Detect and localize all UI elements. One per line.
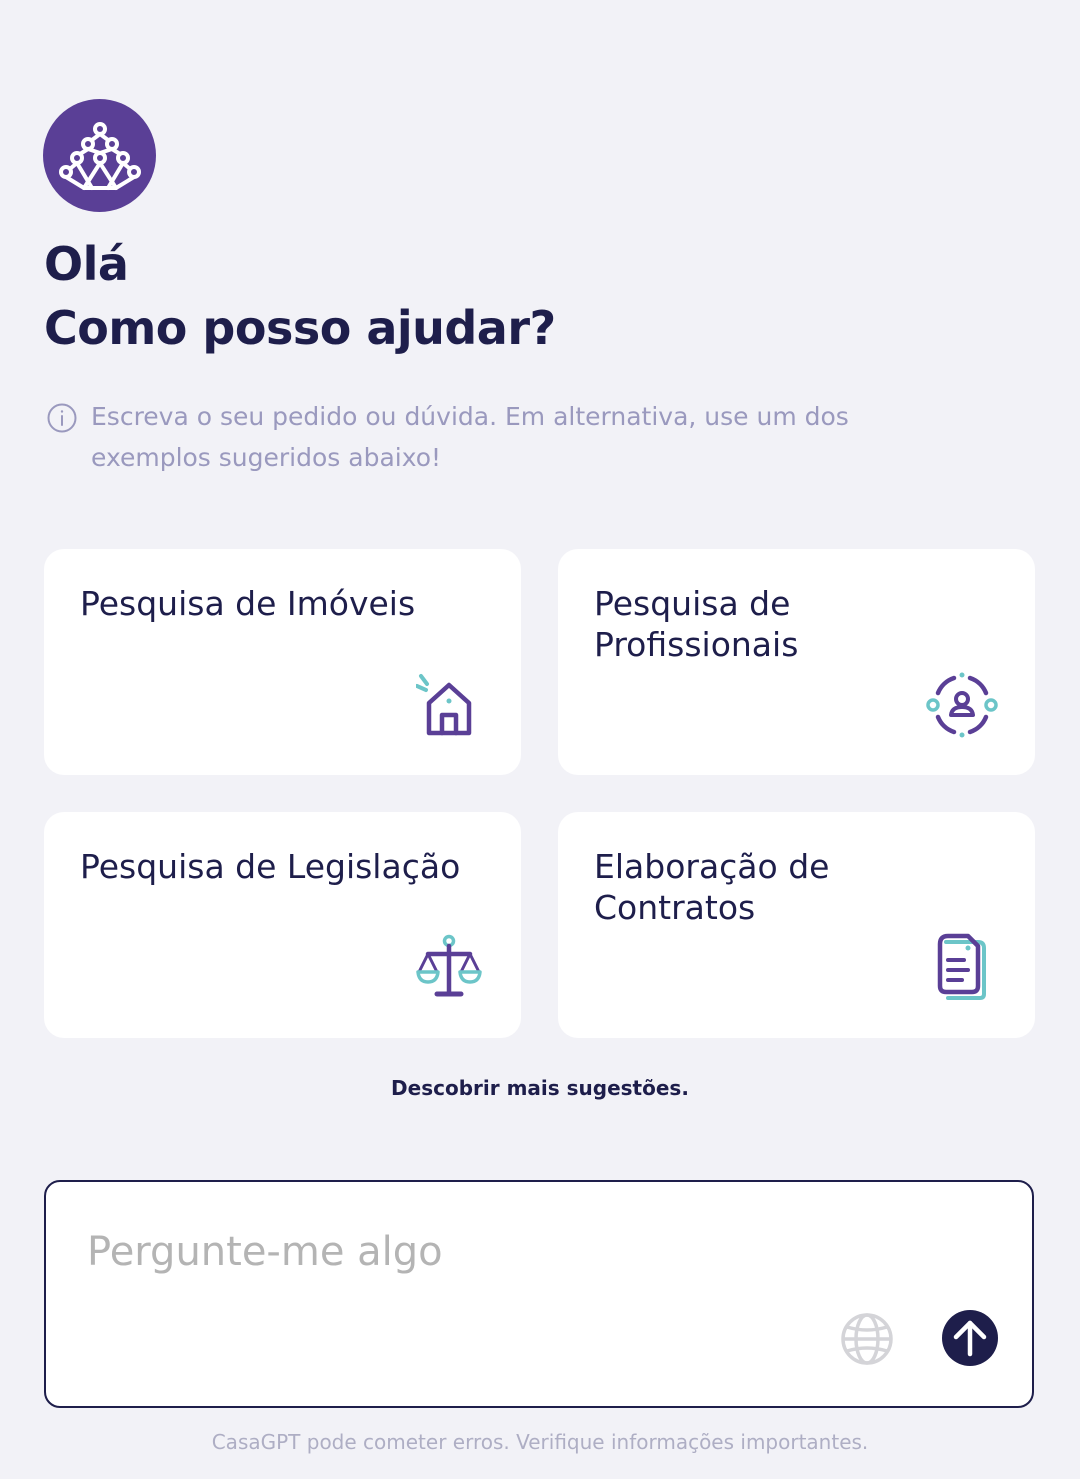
globe-icon [841,1313,893,1365]
app-logo [43,99,156,212]
more-suggestions-link[interactable]: Descobrir mais sugestões. [391,1076,689,1100]
house-icon [416,674,472,736]
contract-document-icon [937,933,986,1000]
web-search-button[interactable] [840,1312,894,1366]
suggestion-title: Pesquisa de Profissionais [594,584,799,664]
suggestion-title: Pesquisa de Legislação [80,847,461,886]
greeting-question: Como posso ajudar? [44,301,556,355]
suggestion-title: Elaboração de Contratos [594,847,830,927]
more-suggestions: Descobrir mais sugestões. [0,1076,1080,1100]
greeting-heading: Olá Como posso ajudar? [44,232,556,360]
prompt-box [44,1180,1034,1408]
arrow-up-icon [953,1320,987,1357]
suggestion-card-professional-search[interactable]: Pesquisa de Profissionais [558,549,1035,775]
logo-icon [58,121,141,190]
disclaimer-text: CasaGPT pode cometer erros. Verifique in… [211,1430,869,1454]
prompt-input[interactable] [87,1226,847,1296]
suggestion-card-property-search[interactable]: Pesquisa de Imóveis [44,549,521,775]
send-button[interactable] [942,1310,998,1366]
info-text: Escreva o seu pedido ou dúvida. Em alter… [91,402,849,472]
suggestion-card-contract-drafting[interactable]: Elaboração de Contratos [558,812,1035,1038]
greeting-hello: Olá [44,237,129,291]
info-hint: Escreva o seu pedido ou dúvida. Em alter… [46,396,946,478]
scales-icon [416,934,482,997]
info-icon [47,403,77,433]
suggestion-card-legislation-search[interactable]: Pesquisa de Legislação [44,812,521,1038]
professional-search-icon [926,672,998,738]
suggestion-title: Pesquisa de Imóveis [80,584,416,623]
